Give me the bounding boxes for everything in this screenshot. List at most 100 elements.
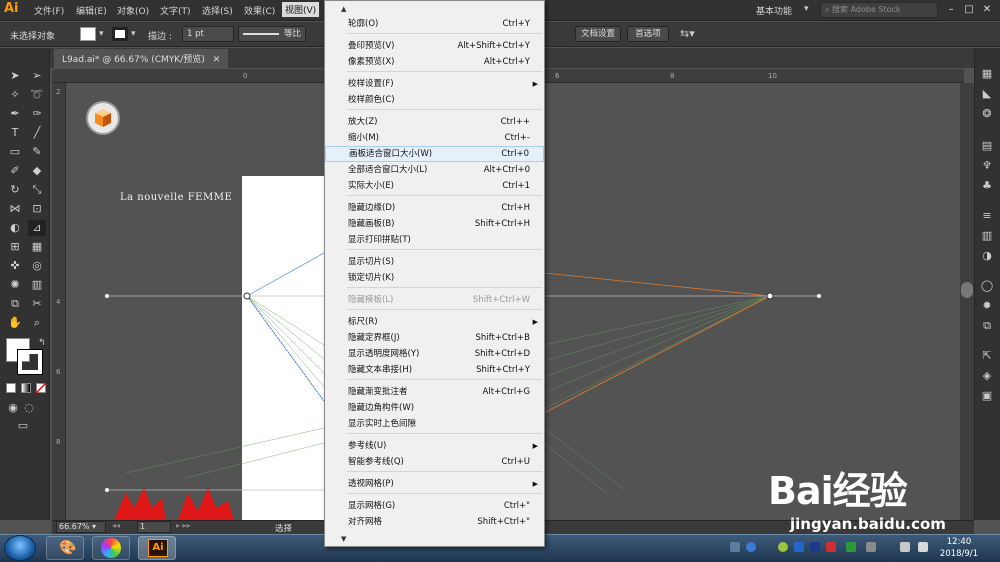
- view-menu-item[interactable]: 显示实时上色间隙: [325, 416, 544, 432]
- view-menu-item[interactable]: 显示网格(G) Ctrl+": [325, 498, 544, 514]
- view-menu-item[interactable]: 隐藏定界框(J) Shift+Ctrl+B: [325, 330, 544, 346]
- view-menu-item[interactable]: 隐藏渐变批注者 Alt+Ctrl+G: [325, 384, 544, 400]
- stroke-profile-select[interactable]: 等比: [238, 26, 306, 42]
- color-panel-icon[interactable]: ▦: [979, 66, 995, 82]
- view-menu-item[interactable]: 锁定切片(K): [325, 270, 544, 286]
- close-icon[interactable]: ✕: [980, 3, 994, 17]
- help-icon[interactable]: [746, 542, 756, 552]
- gradient-mode-icon[interactable]: [21, 383, 31, 393]
- shaper-tool-icon[interactable]: ✐: [6, 163, 24, 179]
- paintbrush-tool-icon[interactable]: ✎: [28, 144, 46, 160]
- curvature-tool-icon[interactable]: ✑: [28, 106, 46, 122]
- arrange-icon[interactable]: ⇆▾: [680, 27, 695, 40]
- swatches-icon[interactable]: ▤: [979, 138, 995, 154]
- menu-effect[interactable]: 效果(C): [244, 4, 275, 17]
- export-icon[interactable]: ⇱: [979, 348, 995, 364]
- view-menu-item[interactable]: 轮廓(O) Ctrl+Y: [325, 16, 544, 32]
- asset-export-icon[interactable]: ⧉: [979, 318, 995, 334]
- menu-edit[interactable]: 编辑(E): [76, 4, 107, 17]
- graphic-styles-icon[interactable]: ✹: [979, 298, 995, 314]
- view-menu-item[interactable]: 放大(Z) Ctrl++: [325, 114, 544, 130]
- eyedropper-tool-icon[interactable]: ✜: [6, 258, 24, 274]
- symbols-icon[interactable]: ♣: [979, 178, 995, 194]
- shape-builder-tool-icon[interactable]: ◐: [6, 220, 24, 236]
- zoom-tool-icon[interactable]: ⌕: [28, 315, 46, 331]
- lasso-tool-icon[interactable]: ➰: [28, 87, 46, 103]
- hand-tool-icon[interactable]: ✋: [6, 315, 24, 331]
- direct-selection-tool-icon[interactable]: ➢: [28, 68, 46, 84]
- stroke-weight-input[interactable]: 1 pt: [182, 26, 234, 42]
- menu-file[interactable]: 文件(F): [34, 4, 64, 17]
- view-menu-item[interactable]: 全部适合窗口大小(L) Alt+Ctrl+0: [325, 162, 544, 178]
- pen-tool-icon[interactable]: ✒: [6, 106, 24, 122]
- color-wheel-icon[interactable]: ❂: [979, 106, 995, 122]
- volume-icon[interactable]: [918, 542, 928, 552]
- color-guide-icon[interactable]: ◣: [979, 86, 995, 102]
- view-menu-item[interactable]: 对齐网格 Shift+Ctrl+": [325, 514, 544, 530]
- perspective-grid-tool-icon[interactable]: ⊿: [28, 220, 46, 236]
- swap-colors-icon[interactable]: ↰: [38, 338, 46, 348]
- next-page-icon[interactable]: ▸ ▸▸: [176, 521, 191, 530]
- stroke-swatch[interactable]: [112, 27, 128, 41]
- maximize-icon[interactable]: □: [962, 3, 976, 17]
- document-tab[interactable]: L9ad.ai* @ 66.67% (CMYK/预览) ✕: [54, 49, 229, 68]
- tray-icon[interactable]: [826, 542, 836, 552]
- view-menu-item[interactable]: 校样颜色(C): [325, 92, 544, 108]
- document-setup-button[interactable]: 文档设置: [575, 26, 621, 42]
- blend-tool-icon[interactable]: ◎: [28, 258, 46, 274]
- workspace-switcher[interactable]: 基本功能: [756, 4, 792, 17]
- layers-icon[interactable]: ◈: [979, 368, 995, 384]
- rectangle-tool-icon[interactable]: ▭: [6, 144, 24, 160]
- symbol-sprayer-tool-icon[interactable]: ✺: [6, 277, 24, 293]
- stroke-panel-icon[interactable]: ≡: [979, 208, 995, 224]
- tray-icon[interactable]: [730, 542, 740, 552]
- stock-search-input[interactable]: ⌕ 搜索 Adobe Stock: [820, 2, 938, 18]
- vertical-scrollbar[interactable]: [960, 83, 974, 520]
- page-select[interactable]: 1: [137, 521, 171, 533]
- view-menu-item[interactable]: 参考线(U) ▶: [325, 438, 544, 454]
- view-menu-item[interactable]: 标尺(R) ▶: [325, 314, 544, 330]
- eraser-tool-icon[interactable]: ◆: [28, 163, 46, 179]
- view-menu-item[interactable]: 叠印预览(V) Alt+Shift+Ctrl+Y: [325, 38, 544, 54]
- view-menu-item[interactable]: 隐藏边缘(D) Ctrl+H: [325, 200, 544, 216]
- view-menu-item[interactable]: 缩小(M) Ctrl+-: [325, 130, 544, 146]
- menu-view[interactable]: 视图(V): [282, 2, 320, 17]
- view-menu-item[interactable]: 隐藏画板(B) Shift+Ctrl+H: [325, 216, 544, 232]
- menu-object[interactable]: 对象(O): [117, 4, 149, 17]
- scroll-up-arrow-icon[interactable]: ▲: [341, 5, 346, 13]
- color-mode-icon[interactable]: [6, 383, 16, 393]
- view-menu-item[interactable]: 透视网格(P) ▶: [325, 476, 544, 492]
- free-transform-tool-icon[interactable]: ⊡: [28, 201, 46, 217]
- view-menu-item[interactable]: 隐藏边角构件(W): [325, 400, 544, 416]
- transparency-icon[interactable]: ◑: [979, 248, 995, 264]
- artboards-icon[interactable]: ▣: [979, 388, 995, 404]
- minimize-icon[interactable]: –: [944, 3, 958, 17]
- gradient-tool-icon[interactable]: ▦: [28, 239, 46, 255]
- graph-tool-icon[interactable]: ▥: [28, 277, 46, 293]
- view-menu-item[interactable]: 智能参考线(Q) Ctrl+U: [325, 454, 544, 470]
- width-tool-icon[interactable]: ⋈: [6, 201, 24, 217]
- shield-icon[interactable]: [846, 542, 856, 552]
- view-menu-item[interactable]: 像素预览(X) Alt+Ctrl+Y: [325, 54, 544, 70]
- artboard-tool-icon[interactable]: ⧉: [6, 296, 24, 312]
- menu-type[interactable]: 文字(T): [160, 4, 191, 17]
- start-button[interactable]: [4, 535, 36, 561]
- fill-swatch[interactable]: [80, 27, 96, 41]
- scroll-thumb[interactable]: [961, 282, 973, 298]
- tray-icon[interactable]: [778, 542, 788, 552]
- line-tool-icon[interactable]: ╱: [28, 125, 46, 141]
- type-tool-icon[interactable]: T: [6, 125, 24, 141]
- view-menu-item[interactable]: 显示透明度网格(Y) Shift+Ctrl+D: [325, 346, 544, 362]
- preferences-button[interactable]: 首选项: [627, 26, 669, 42]
- perspective-widget[interactable]: [86, 101, 120, 135]
- view-menu-item[interactable]: 隐藏文本串接(H) Shift+Ctrl+Y: [325, 362, 544, 378]
- close-icon[interactable]: ✕: [213, 55, 221, 65]
- screen-mode-icon[interactable]: ▭: [14, 418, 32, 434]
- scroll-down-arrow-icon[interactable]: ▼: [341, 535, 346, 543]
- zoom-select[interactable]: 66.67% ▾: [56, 521, 106, 533]
- draw-behind-icon[interactable]: ◌: [20, 400, 38, 416]
- menu-select[interactable]: 选择(S): [202, 4, 233, 17]
- canvas-title-text[interactable]: La nouvelle FEMME: [120, 192, 232, 203]
- view-menu-item[interactable]: 显示切片(S): [325, 254, 544, 270]
- view-menu-item[interactable]: 实际大小(E) Ctrl+1: [325, 178, 544, 194]
